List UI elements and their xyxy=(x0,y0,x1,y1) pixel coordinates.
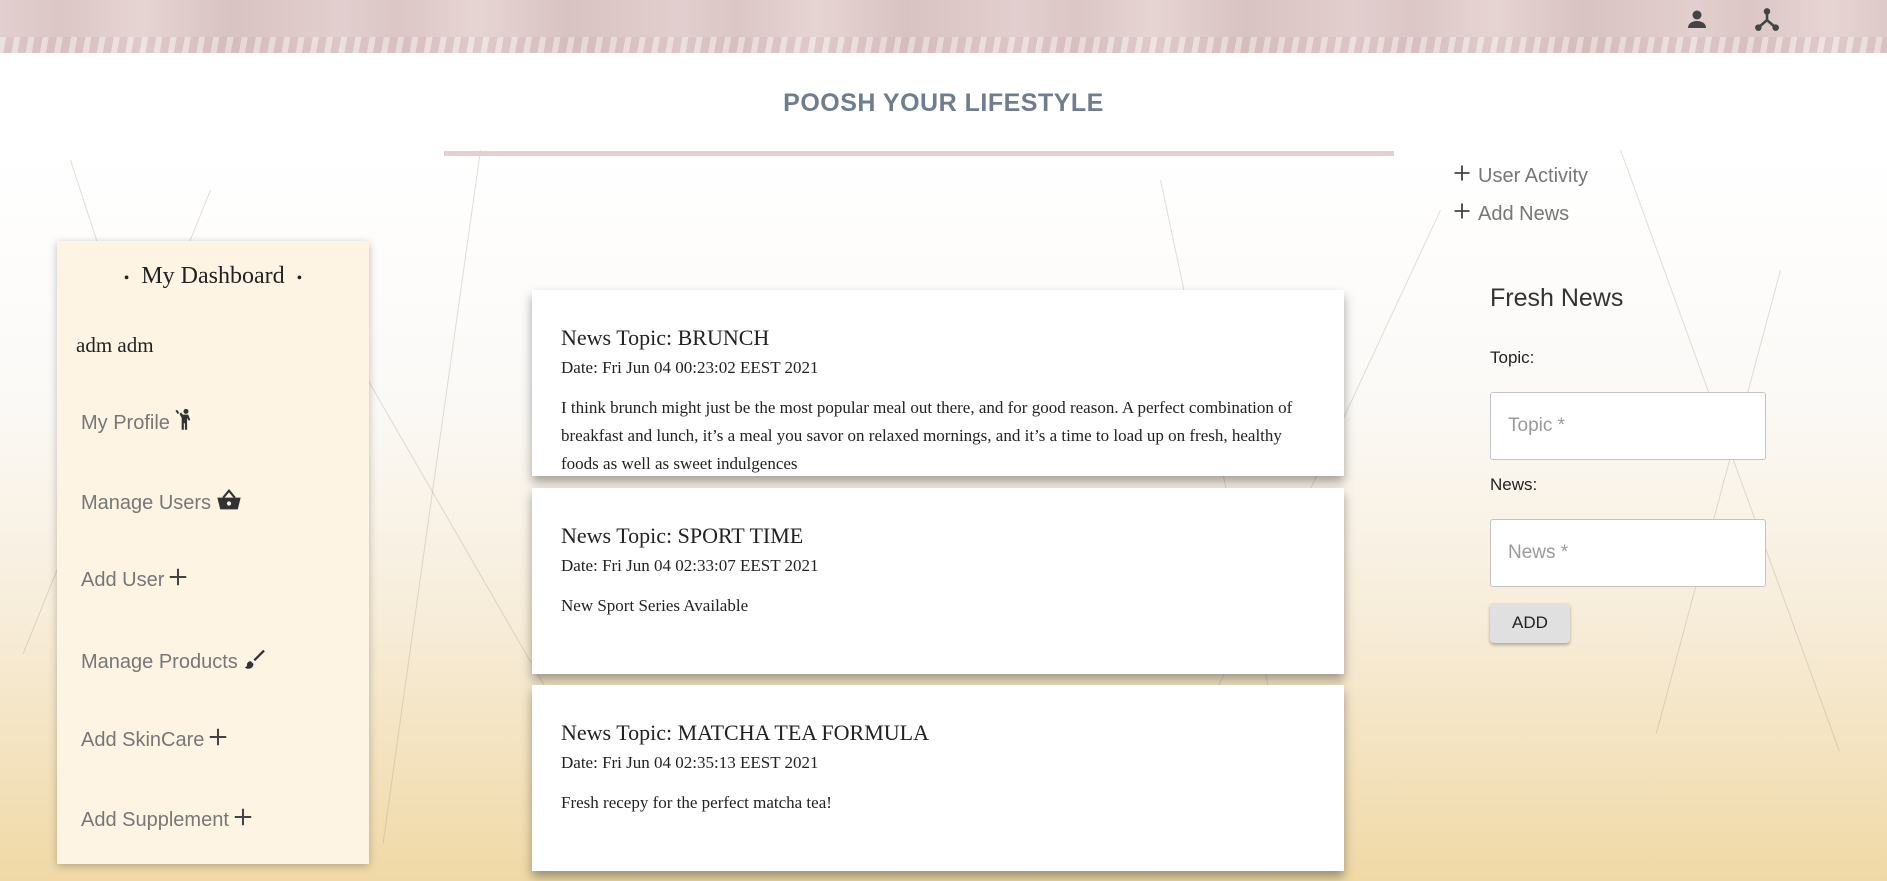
brush-icon xyxy=(241,646,267,678)
topic-input[interactable] xyxy=(1490,392,1766,460)
user-activity-link[interactable]: User Activity xyxy=(1452,163,1588,189)
news-date: Date: Fri Jun 04 02:35:13 EEST 2021 xyxy=(561,753,819,772)
sidebar-title-text: My Dashboard xyxy=(141,263,285,289)
news-topic: News Topic: MATCHA TEA FORMULA xyxy=(561,720,930,745)
news-topic: News Topic: BRUNCH xyxy=(561,325,770,350)
news-date: Date: Fri Jun 04 02:33:07 EEST 2021 xyxy=(561,556,819,575)
add-news-label: Add News xyxy=(1478,202,1570,225)
sidebar-item-label: Manage Users xyxy=(81,491,212,514)
add-news-button[interactable]: ADD xyxy=(1490,603,1570,643)
hierarchy-icon[interactable] xyxy=(1752,4,1782,34)
brand-title: POOSH YOUR LIFESTYLE xyxy=(783,89,1104,117)
sidebar-item-label: Add SkinCare xyxy=(81,728,205,751)
bullet-icon: • xyxy=(123,270,130,287)
news-topic: News Topic: SPORT TIME xyxy=(561,523,804,548)
sidebar-title: • My Dashboard • xyxy=(57,263,369,290)
sidebar-item-manage-users[interactable]: Manage Users xyxy=(81,486,244,520)
news-input[interactable] xyxy=(1490,519,1766,587)
plus-icon xyxy=(1452,163,1472,189)
sidebar-item-label: My Profile xyxy=(81,411,170,434)
news-body: I think brunch might just be the most po… xyxy=(561,398,1293,473)
person-waving-icon xyxy=(173,406,199,440)
sidebar-item-add-user[interactable]: Add User xyxy=(81,566,189,594)
news-card: News Topic: SPORT TIME Date: Fri Jun 04 … xyxy=(532,488,1344,674)
plus-icon xyxy=(232,806,254,834)
add-news-link[interactable]: Add News xyxy=(1452,201,1569,227)
sidebar-item-add-supplement[interactable]: Add Supplement xyxy=(81,806,254,834)
sidebar-item-manage-products[interactable]: Manage Products xyxy=(81,646,267,678)
bullet-icon: • xyxy=(296,270,303,287)
fresh-news-title: Fresh News xyxy=(1490,284,1624,312)
top-banner xyxy=(0,0,1887,53)
sidebar-item-label: Add User xyxy=(81,568,165,591)
plus-icon xyxy=(167,566,189,594)
news-card: News Topic: BRUNCH Date: Fri Jun 04 00:2… xyxy=(532,290,1344,476)
sidebar-item-my-profile[interactable]: My Profile xyxy=(81,406,199,440)
news-body: New Sport Series Available xyxy=(561,596,749,615)
sidebar-username: adm adm xyxy=(76,333,154,357)
sidebar-item-label: Add Supplement xyxy=(81,808,229,831)
news-body: Fresh recepy for the perfect matcha tea! xyxy=(561,793,832,812)
user-activity-label: User Activity xyxy=(1478,164,1589,187)
sidebar-item-label: Manage Products xyxy=(81,650,238,673)
news-card: News Topic: MATCHA TEA FORMULA Date: Fri… xyxy=(532,685,1344,871)
dashboard-sidebar: • My Dashboard • adm adm My Profile Mana… xyxy=(57,241,369,864)
plus-icon xyxy=(1452,201,1472,227)
person-icon[interactable] xyxy=(1682,4,1712,34)
header-divider xyxy=(444,151,1394,156)
news-date: Date: Fri Jun 04 00:23:02 EEST 2021 xyxy=(561,358,819,377)
topic-label: Topic: xyxy=(1490,348,1535,367)
basket-icon xyxy=(214,486,244,520)
news-label: News: xyxy=(1490,475,1538,494)
plus-icon xyxy=(207,726,229,754)
sidebar-item-add-skincare[interactable]: Add SkinCare xyxy=(81,726,229,754)
